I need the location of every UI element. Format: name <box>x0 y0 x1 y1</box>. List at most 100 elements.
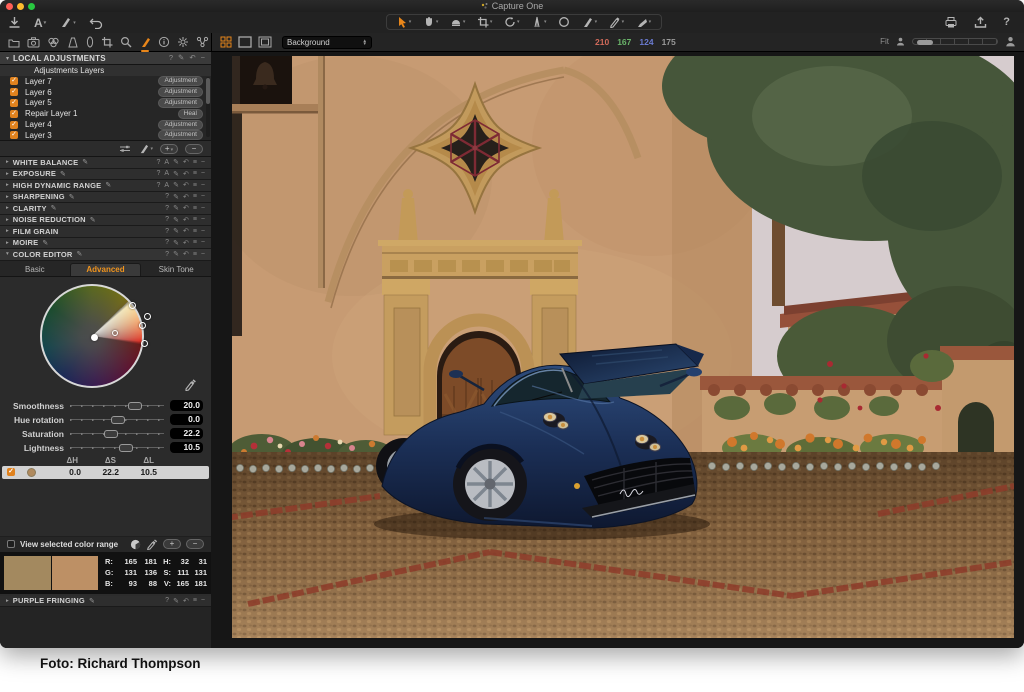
adjustments-tool-tab[interactable] <box>177 36 189 48</box>
layer-brush-icon[interactable]: ▾ <box>138 143 153 154</box>
pencil-icon[interactable]: ✎ <box>173 193 179 201</box>
reset-icon[interactable]: ↶ <box>183 158 189 166</box>
export-button[interactable] <box>974 16 987 29</box>
layer-row[interactable]: ✓Layer 3Adjustment <box>0 130 211 141</box>
pencil-icon[interactable]: ✎ <box>42 239 48 247</box>
range-checkbox[interactable]: ✓ <box>7 468 15 476</box>
collapse-panel-icon[interactable]: − <box>201 216 205 223</box>
reset-icon[interactable]: ↶ <box>183 170 189 178</box>
layer-checkbox[interactable]: ✓ <box>10 77 18 85</box>
collapse-panel-icon[interactable]: − <box>201 239 205 246</box>
panel-clarity[interactable]: ▸ CLARITY ✎ ?✎↶≡− <box>0 203 211 215</box>
viewer-image[interactable] <box>232 56 1014 638</box>
import-button[interactable] <box>8 16 21 29</box>
pencil-icon[interactable]: ✎ <box>173 204 179 212</box>
auto-icon[interactable]: A <box>164 182 169 189</box>
lightness-slider[interactable] <box>70 444 164 452</box>
pick-color-tool-button[interactable]: ▾ <box>609 16 625 28</box>
color-range-handle[interactable] <box>139 322 146 329</box>
smoothness-slider[interactable] <box>70 402 164 410</box>
metadata-tool-tab[interactable] <box>158 36 170 48</box>
capture-tool-tab[interactable] <box>27 37 40 48</box>
help-icon[interactable]: ? <box>165 228 169 235</box>
hue-rotation-slider[interactable] <box>70 416 164 424</box>
help-icon[interactable]: ? <box>169 54 173 62</box>
layer-checkbox[interactable]: ✓ <box>10 110 18 118</box>
title-bar[interactable]: Capture One <box>0 0 1024 12</box>
pencil-icon[interactable]: ✎ <box>60 170 66 178</box>
collapse-panel-icon[interactable]: − <box>201 205 205 212</box>
pencil-icon[interactable]: ✎ <box>173 158 179 166</box>
slider-value[interactable]: 20.0 <box>170 400 203 411</box>
collapse-panel-icon[interactable]: − <box>201 182 205 189</box>
pencil-icon[interactable]: ✎ <box>69 193 75 201</box>
brush-tool-button[interactable]: ▾ <box>59 16 76 29</box>
pencil-icon[interactable]: ✎ <box>51 204 57 212</box>
loupe-tool-button[interactable]: ▾ <box>450 16 466 28</box>
proof-margin-button[interactable] <box>258 36 272 48</box>
help-icon[interactable]: ? <box>156 170 160 177</box>
slider-thumb[interactable] <box>128 402 142 410</box>
local-adjustments-header[interactable]: ▾ LOCAL ADJUSTMENTS ? ✎ ↶ − <box>0 52 211 65</box>
straighten-tool-button[interactable]: ▾ <box>531 16 547 28</box>
help-icon[interactable]: ? <box>156 182 160 189</box>
color-tool-tab[interactable] <box>47 37 60 48</box>
panel-moire[interactable]: ▸ MOIRE ✎ ?✎↶≡− <box>0 238 211 250</box>
draw-mask-tool-button[interactable]: ▾ <box>582 16 598 28</box>
collapse-panel-icon[interactable]: − <box>201 193 205 200</box>
primary-view-button[interactable] <box>238 36 252 48</box>
local-adjustments-tool-tab[interactable] <box>139 36 151 48</box>
help-icon[interactable]: ? <box>165 597 169 604</box>
menu-icon[interactable]: ≡ <box>193 228 197 235</box>
slider-value[interactable]: 0.0 <box>170 414 203 425</box>
remove-layer-button[interactable]: − <box>185 144 203 154</box>
slider-value[interactable]: 10.5 <box>170 442 203 453</box>
add-layer-button[interactable]: +▾ <box>160 144 178 154</box>
details-tool-tab[interactable] <box>120 36 132 48</box>
pencil-icon[interactable]: ✎ <box>89 597 95 605</box>
pencil-icon[interactable]: ✎ <box>82 158 88 166</box>
reset-icon[interactable]: ↶ <box>183 250 189 258</box>
color-range-center-handle[interactable] <box>91 334 98 341</box>
layer-row[interactable]: ✓Repair Layer 1Heal <box>0 108 211 119</box>
print-button[interactable] <box>944 16 958 29</box>
saturation-slider[interactable] <box>70 430 164 438</box>
color-range-handle[interactable] <box>144 313 151 320</box>
reset-icon[interactable]: ↶ <box>183 204 189 212</box>
zoom-slider[interactable] <box>912 38 998 45</box>
slider-value[interactable]: 22.2 <box>170 428 203 439</box>
eyedropper-icon[interactable] <box>184 378 197 391</box>
pan-tool-button[interactable]: ▾ <box>423 16 439 28</box>
lens-tool-tab[interactable] <box>67 37 79 48</box>
menu-icon[interactable]: ≡ <box>193 205 197 212</box>
reset-icon[interactable]: ↶ <box>183 193 189 201</box>
pencil-icon[interactable]: ✎ <box>173 227 179 235</box>
crop-tool-tab[interactable] <box>101 36 113 48</box>
layer-checkbox[interactable]: ✓ <box>10 99 18 107</box>
layer-row[interactable]: ✓Layer 5Adjustment <box>0 98 211 109</box>
menu-icon[interactable]: ≡ <box>193 193 197 200</box>
menu-icon[interactable]: ≡ <box>193 251 197 258</box>
library-tool-tab[interactable] <box>8 37 20 48</box>
tab-basic[interactable]: Basic <box>0 263 70 276</box>
multi-view-button[interactable] <box>220 36 232 48</box>
color-wheel[interactable] <box>40 284 144 388</box>
layer-row[interactable]: ✓Layer 6Adjustment <box>0 87 211 98</box>
pencil-icon[interactable]: ✎ <box>173 250 179 258</box>
help-icon[interactable]: ? <box>165 251 169 258</box>
rotate-tool-button[interactable]: ▾ <box>504 16 520 28</box>
slider-thumb[interactable] <box>104 430 118 438</box>
collapse-panel-icon[interactable]: − <box>201 597 205 604</box>
layer-checkbox[interactable]: ✓ <box>10 88 18 96</box>
reset-icon[interactable]: ↶ <box>183 216 189 224</box>
color-range-handle[interactable] <box>129 302 136 309</box>
menu-icon[interactable]: ≡ <box>193 216 197 223</box>
compare-layers-icon[interactable] <box>119 144 131 153</box>
menu-icon[interactable]: ≡ <box>193 159 197 166</box>
pencil-icon[interactable]: ✎ <box>90 216 96 224</box>
zoom-slider-thumb[interactable] <box>917 40 933 45</box>
menu-icon[interactable]: ≡ <box>193 182 197 189</box>
collapse-panel-icon[interactable]: − <box>201 228 205 235</box>
layer-checkbox[interactable]: ✓ <box>10 121 18 129</box>
panel-white-balance[interactable]: ▸ WHITE BALANCE ✎ ?A✎↶≡− <box>0 157 211 169</box>
